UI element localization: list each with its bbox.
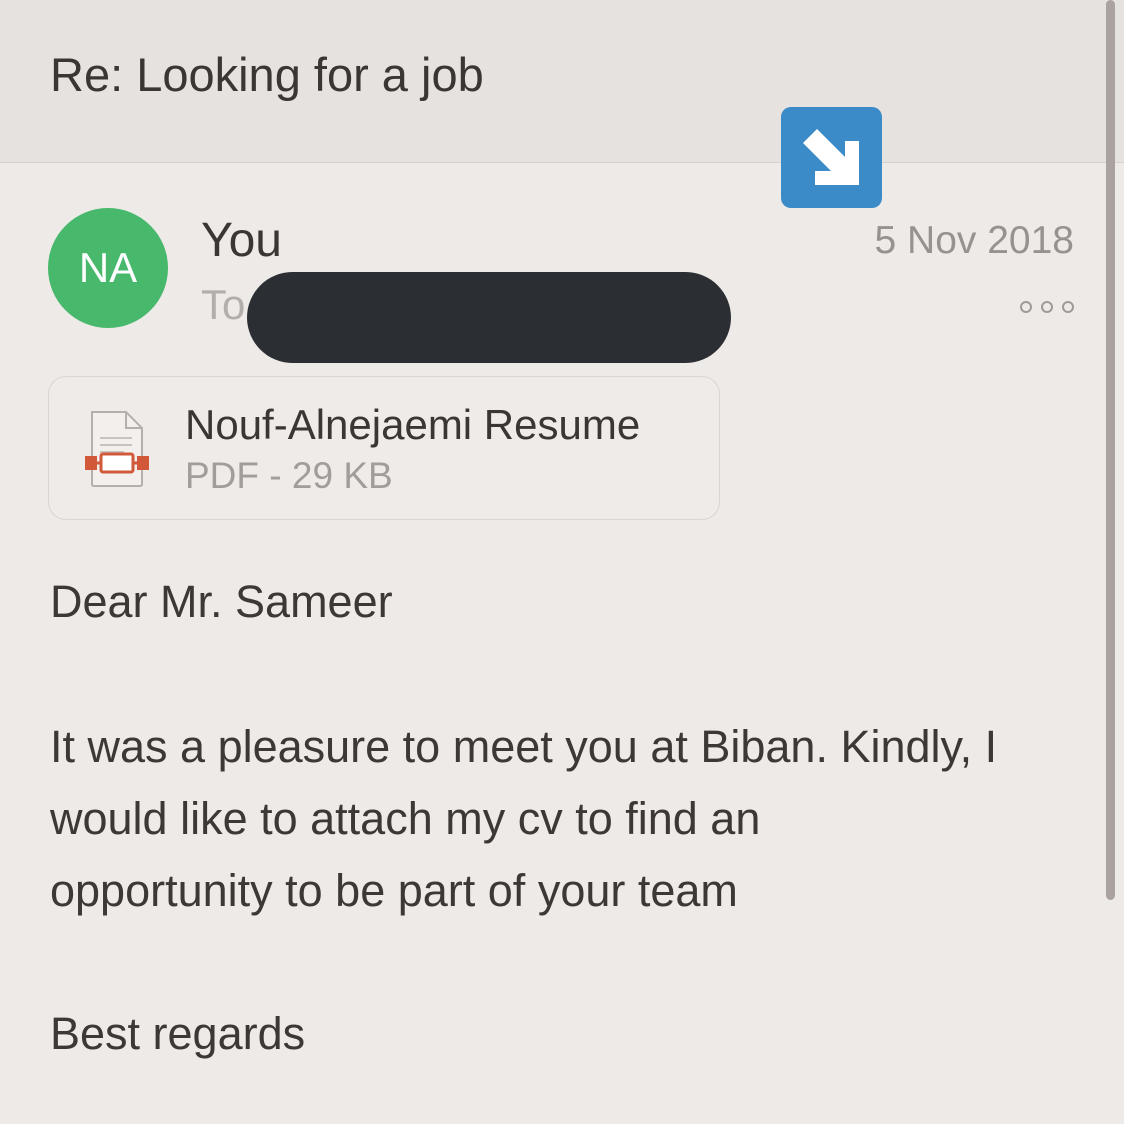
- attachment-meta: PDF - 29 KB: [185, 455, 393, 496]
- email-closing: Best regards: [50, 1008, 306, 1059]
- paragraph-line: It was a pleasure to meet you at Biban. …: [50, 721, 998, 772]
- scrollbar[interactable]: [1106, 0, 1115, 900]
- more-dots-icon: [1020, 301, 1074, 313]
- sender-name: You: [201, 214, 282, 267]
- paragraph-line: opportunity to be part of your team: [50, 865, 738, 916]
- email-header: Re: Looking for a job: [0, 0, 1124, 163]
- expand-arrow-button[interactable]: [781, 107, 882, 208]
- email-paragraph: It was a pleasure to meet you at Biban. …: [50, 711, 1090, 927]
- avatar: NA: [48, 208, 168, 328]
- redacted-recipient: [247, 272, 731, 363]
- recipient-label: To: [201, 281, 246, 328]
- paragraph-line: would like to attach my cv to find an: [50, 793, 761, 844]
- attachment-card[interactable]: Nouf-Alnejaemi Resume PDF - 29 KB: [48, 376, 720, 520]
- arrow-down-right-icon: [803, 129, 859, 185]
- pdf-file-icon: [85, 411, 149, 487]
- email-subject: Re: Looking for a job: [50, 48, 484, 101]
- more-options-button[interactable]: [1016, 294, 1078, 320]
- attachment-name: Nouf-Alnejaemi Resume: [185, 401, 641, 448]
- email-view: Re: Looking for a job NA You To 5 Nov 20…: [0, 0, 1124, 1124]
- message-date: 5 Nov 2018: [874, 219, 1074, 262]
- email-greeting: Dear Mr. Sameer: [50, 576, 393, 627]
